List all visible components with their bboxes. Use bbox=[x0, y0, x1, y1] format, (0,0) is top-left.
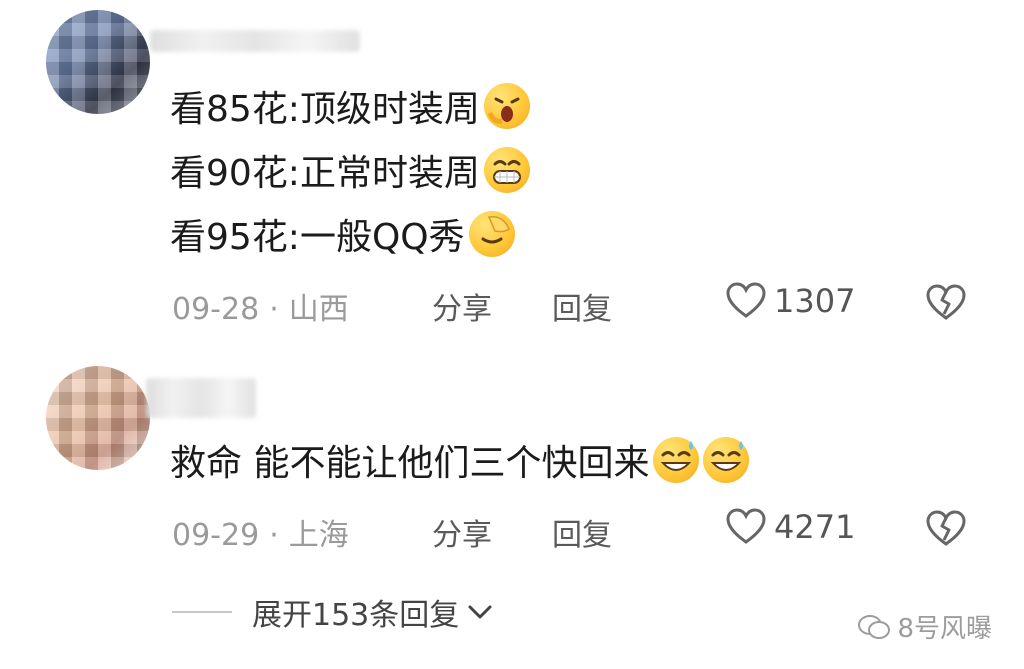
dislike-button[interactable] bbox=[926, 510, 966, 552]
grin-emoji-icon bbox=[483, 147, 530, 193]
watermark-text: 8号风曝 bbox=[897, 614, 992, 644]
heart-icon bbox=[726, 508, 766, 544]
reply-button[interactable]: 回复 bbox=[552, 510, 612, 554]
meta-separator: · bbox=[269, 518, 279, 553]
comment-meta: 09-28 · 山西 bbox=[172, 284, 349, 328]
meta-separator: · bbox=[269, 292, 279, 327]
divider bbox=[172, 611, 232, 613]
comment-meta: 09-29 · 上海 bbox=[172, 510, 349, 554]
comment-line-1: 看85花:顶级时装周 bbox=[170, 82, 530, 138]
comment-text: 救命 能不能让他们三个快回来 bbox=[170, 443, 650, 484]
watermark: 8号风曝 bbox=[857, 608, 992, 645]
broken-heart-icon bbox=[926, 284, 966, 320]
share-button[interactable]: 分享 bbox=[432, 510, 492, 554]
laugh-sweat-emoji-icon bbox=[653, 437, 700, 483]
comment-text: 看85花:顶级时装周 bbox=[170, 89, 480, 130]
comment-date: 09-29 bbox=[172, 518, 260, 553]
expand-replies-button[interactable]: 展开153条回复 bbox=[172, 590, 493, 634]
comment-date: 09-28 bbox=[172, 292, 260, 327]
reply-button[interactable]: 回复 bbox=[552, 284, 612, 328]
share-button[interactable]: 分享 bbox=[432, 284, 492, 328]
comment-line-3: 看95花:一般QQ秀 bbox=[170, 210, 515, 266]
wechat-icon bbox=[858, 614, 891, 639]
dislike-button[interactable] bbox=[926, 284, 966, 326]
expand-replies-label: 展开153条回复 bbox=[252, 598, 460, 633]
comment-text: 看95花:一般QQ秀 bbox=[170, 217, 465, 258]
heart-icon bbox=[726, 282, 766, 318]
like-count: 1307 bbox=[774, 282, 856, 320]
like-button[interactable]: 1307 bbox=[726, 282, 855, 320]
comment-line-2: 看90花:正常时装周 bbox=[170, 146, 530, 202]
comment-location: 山西 bbox=[288, 292, 349, 327]
like-count: 4271 bbox=[774, 508, 856, 546]
like-button[interactable]: 4271 bbox=[726, 508, 855, 546]
username-blurred[interactable] bbox=[150, 30, 360, 52]
laugh-sweat-emoji-icon bbox=[703, 437, 750, 483]
username-blurred[interactable] bbox=[146, 378, 256, 418]
broken-heart-icon bbox=[926, 510, 966, 546]
facepalm-emoji-icon bbox=[468, 211, 515, 257]
avatar[interactable] bbox=[46, 10, 150, 114]
comment-location: 上海 bbox=[288, 518, 349, 553]
avatar[interactable] bbox=[46, 366, 150, 470]
comment-line-1: 救命 能不能让他们三个快回来 bbox=[170, 436, 750, 492]
chevron-down-icon bbox=[468, 605, 492, 619]
shocked-emoji-icon bbox=[483, 83, 530, 129]
comment-text: 看90花:正常时装周 bbox=[170, 153, 480, 194]
